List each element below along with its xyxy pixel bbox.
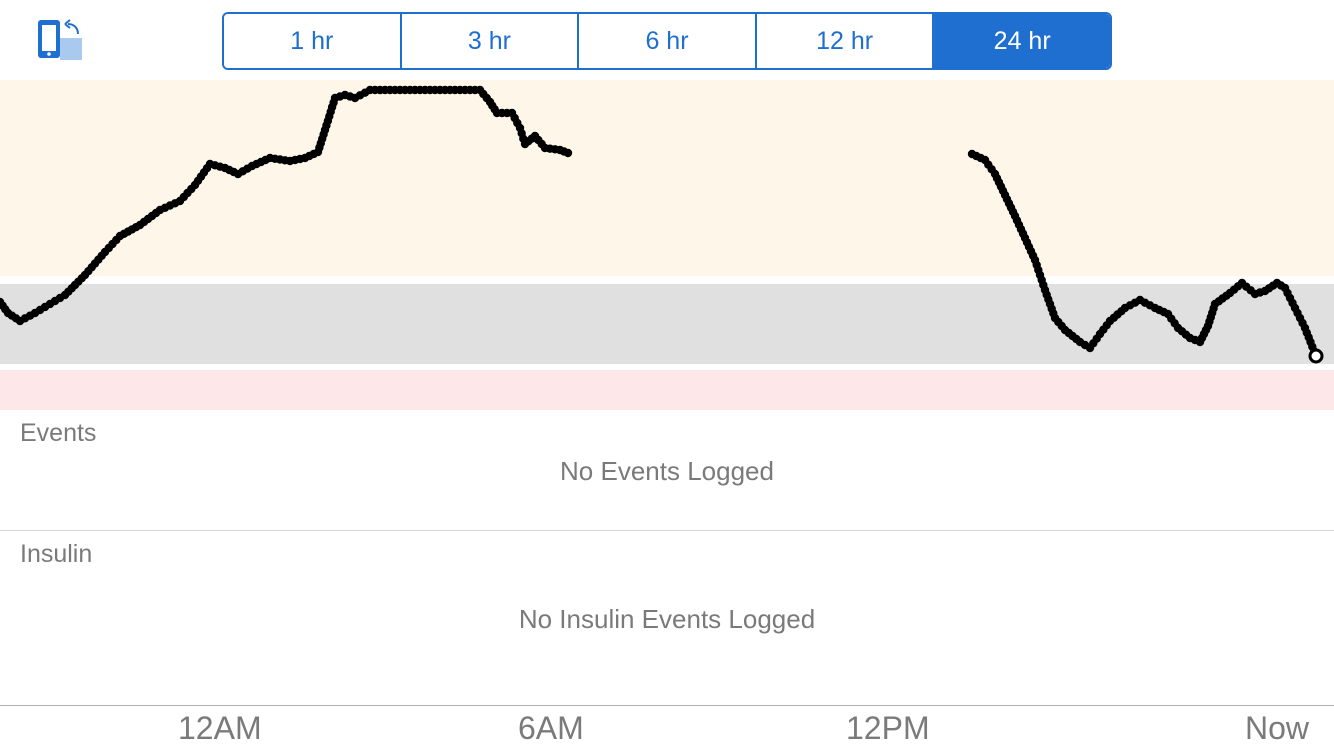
range-1hr-button[interactable]: 1 hr — [224, 14, 402, 68]
events-empty-message: No Events Logged — [560, 456, 774, 486]
glucose-readings — [0, 85, 1324, 364]
range-24hr-button[interactable]: 24 hr — [934, 14, 1110, 68]
time-label-12pm: 12PM — [846, 710, 930, 746]
time-label-now: Now — [1245, 710, 1310, 746]
time-label-12am: 12AM — [178, 710, 262, 746]
time-axis — [0, 705, 1334, 706]
rotate-device-icon — [38, 19, 82, 60]
latest-reading-marker — [1308, 348, 1324, 364]
events-divider — [0, 530, 1334, 531]
rotate-device-button[interactable] — [36, 18, 86, 64]
insulin-empty-message: No Insulin Events Logged — [518, 604, 816, 634]
time-range-selector: 1 hr 3 hr 6 hr 12 hr 24 hr — [222, 12, 1112, 70]
range-6hr-button[interactable]: 6 hr — [579, 14, 757, 68]
range-12hr-button[interactable]: 12 hr — [756, 14, 935, 68]
glucose-point — [563, 148, 573, 158]
glucose-chart — [0, 80, 1334, 410]
time-label-6am: 6AM — [518, 710, 584, 746]
range-3hr-button[interactable]: 3 hr — [401, 14, 580, 68]
events-title: Events — [20, 419, 97, 447]
insulin-title: Insulin — [20, 540, 93, 568]
